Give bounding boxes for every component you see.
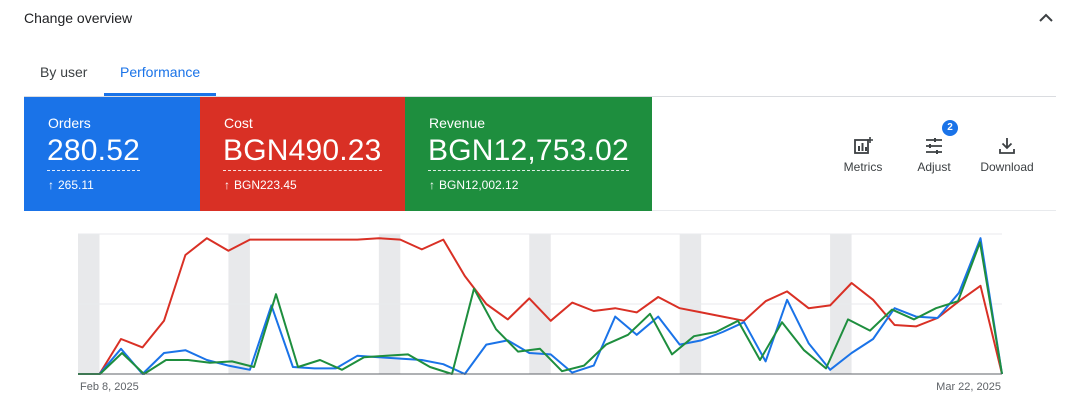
revenue-delta-value: BGN12,002.12	[439, 178, 519, 192]
metrics-button[interactable]: Metrics	[831, 130, 895, 180]
x-axis-start-label: Feb 8, 2025	[80, 381, 139, 393]
tab-performance[interactable]: Performance	[104, 56, 217, 96]
chevron-up-icon[interactable]	[1034, 6, 1058, 30]
orders-delta: ↑ 265.11	[48, 178, 94, 192]
revenue-value: BGN12,753.02	[428, 133, 629, 171]
performance-chart[interactable]: Feb 8, 2025 Mar 22, 2025	[0, 220, 1080, 406]
adjust-button[interactable]: 2 Adjust	[902, 120, 966, 180]
cost-card[interactable]: Cost BGN490.23 ↑ BGN223.45	[200, 97, 405, 211]
tune-icon	[926, 138, 942, 154]
divider	[652, 210, 1056, 211]
adjust-label: Adjust	[917, 160, 951, 174]
cost-value: BGN490.23	[223, 133, 382, 171]
change-overview-header[interactable]: Change overview	[0, 0, 1080, 36]
download-button[interactable]: Download	[975, 130, 1039, 180]
orders-delta-value: 265.11	[58, 178, 94, 192]
arrow-up-icon: ↑	[48, 178, 54, 192]
orders-value: 280.52	[47, 133, 140, 171]
cost-delta: ↑ BGN223.45	[224, 178, 297, 192]
adjust-badge: 2	[942, 120, 958, 136]
x-axis-end-label: Mar 22, 2025	[936, 381, 1001, 393]
orders-label: Orders	[48, 115, 91, 131]
section-title: Change overview	[24, 10, 133, 26]
orders-card[interactable]: Orders 280.52 ↑ 265.11	[24, 97, 200, 211]
arrow-up-icon: ↑	[224, 178, 230, 192]
tab-bar: By user Performance	[24, 56, 1056, 97]
download-icon	[999, 138, 1015, 154]
cost-delta-value: BGN223.45	[234, 178, 297, 192]
cost-label: Cost	[224, 115, 253, 131]
revenue-card[interactable]: Revenue BGN12,753.02 ↑ BGN12,002.12	[405, 97, 652, 211]
metrics-icon	[854, 137, 873, 154]
tab-by-user[interactable]: By user	[24, 56, 103, 96]
revenue-delta: ↑ BGN12,002.12	[429, 178, 518, 192]
download-label: Download	[980, 160, 1034, 174]
revenue-label: Revenue	[429, 115, 486, 131]
metrics-label: Metrics	[843, 160, 883, 174]
arrow-up-icon: ↑	[429, 178, 435, 192]
